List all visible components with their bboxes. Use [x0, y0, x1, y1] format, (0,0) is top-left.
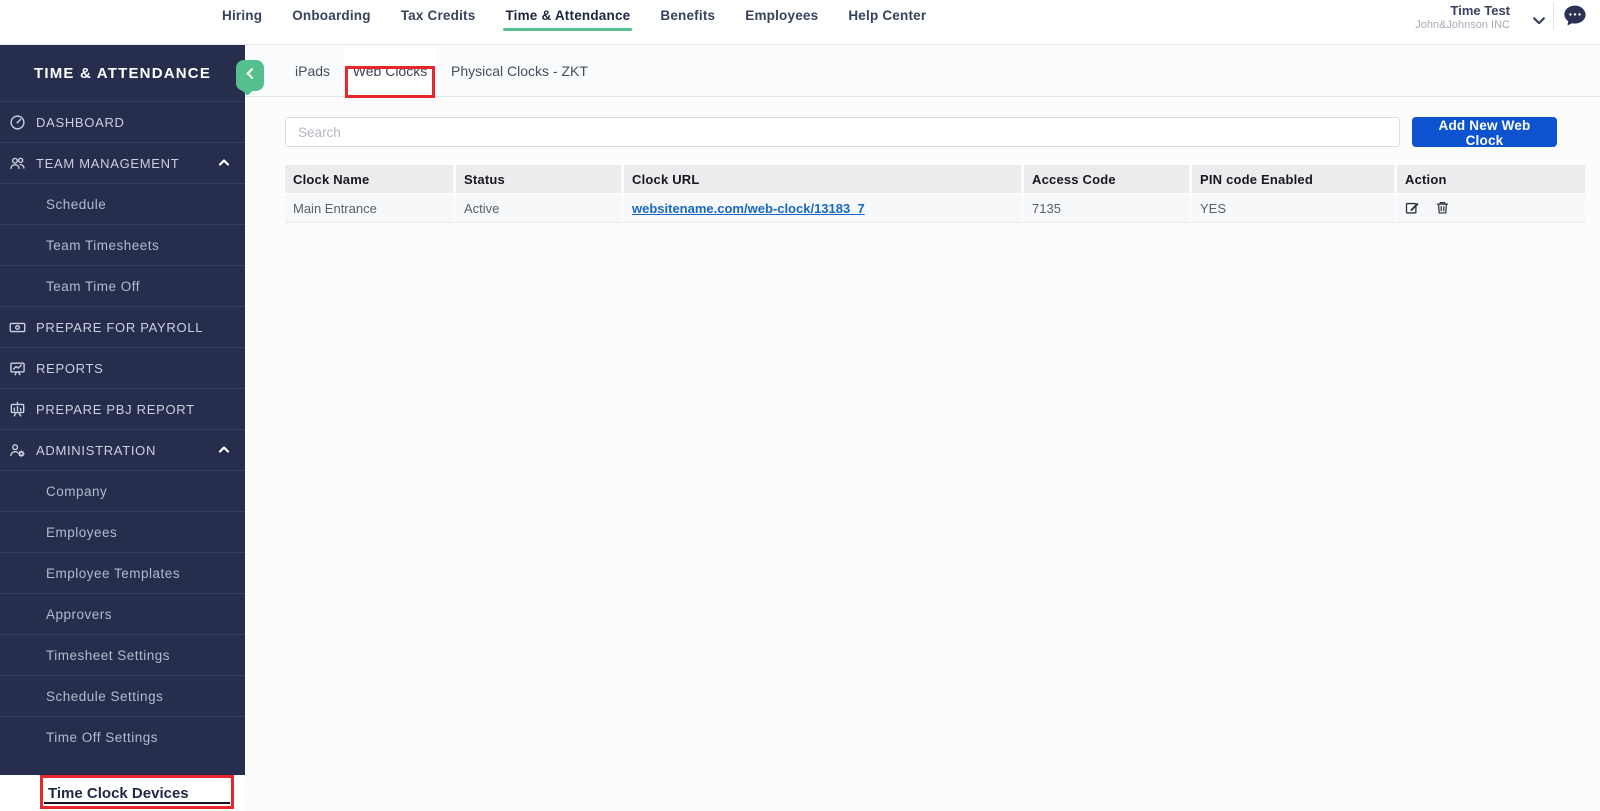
active-item-underline	[44, 802, 230, 804]
chevron-up-icon	[217, 442, 231, 459]
sidebar-item-label: Approvers	[46, 607, 112, 622]
sidebar-item-administration[interactable]: ADMINISTRATION	[0, 429, 245, 470]
sidebar-item-timesheet-settings[interactable]: Timesheet Settings	[0, 634, 245, 675]
user-name: Time Test	[1415, 4, 1510, 19]
sidebar-item-label: Employees	[46, 525, 117, 540]
sidebar-item-prepare-pbj-report[interactable]: PREPARE PBJ REPORT	[0, 388, 245, 429]
sidebar-item-label: Employee Templates	[46, 566, 180, 581]
table-header-row: Clock Name Status Clock URL Access Code …	[285, 165, 1585, 193]
nav-item-time-attendance[interactable]: Time & Attendance	[505, 8, 630, 23]
sidebar-item-label: Timesheet Settings	[46, 648, 170, 663]
sidebar-item-label: TEAM MANAGEMENT	[36, 156, 179, 171]
main-content: iPads Web Clocks Physical Clocks - ZKT A…	[245, 45, 1600, 811]
sidebar-item-label: PREPARE FOR PAYROLL	[36, 320, 203, 335]
nav-item-benefits[interactable]: Benefits	[660, 8, 715, 23]
tab-physical-clocks-zkt[interactable]: Physical Clocks - ZKT	[451, 45, 588, 97]
sidebar-item-team-management[interactable]: TEAM MANAGEMENT	[0, 142, 245, 183]
tab-web-clocks[interactable]: Web Clocks	[345, 45, 435, 97]
column-header-access-code: Access Code	[1021, 165, 1189, 193]
sidebar-item-employee-templates[interactable]: Employee Templates	[0, 552, 245, 593]
nav-item-tax-credits[interactable]: Tax Credits	[401, 8, 476, 23]
top-bar: Hiring Onboarding Tax Credits Time & Att…	[0, 0, 1600, 45]
sidebar-item-label: Team Time Off	[46, 279, 140, 294]
table-row: Main Entrance Active websitename.com/web…	[285, 193, 1585, 223]
cell-access-code: 7135	[1021, 193, 1189, 223]
column-header-clock-url: Clock URL	[621, 165, 1021, 193]
nav-item-help-center[interactable]: Help Center	[848, 8, 926, 23]
sidebar-item-label: Time Off Settings	[46, 730, 158, 745]
nav-item-onboarding[interactable]: Onboarding	[292, 8, 371, 23]
sidebar-item-label: REPORTS	[36, 361, 104, 376]
user-company: John&Johnson INC	[1415, 19, 1510, 32]
sidebar-item-approvers[interactable]: Approvers	[0, 593, 245, 634]
search-input[interactable]	[285, 117, 1400, 147]
nav-item-hiring[interactable]: Hiring	[222, 8, 262, 23]
sidebar-item-employees[interactable]: Employees	[0, 511, 245, 552]
tab-bar: iPads Web Clocks Physical Clocks - ZKT	[245, 45, 1600, 97]
cell-pin-code-enabled: YES	[1189, 193, 1394, 223]
chat-bubble-icon[interactable]	[1562, 3, 1588, 29]
sidebar-item-label: Time Clock Devices	[48, 785, 189, 802]
sidebar-item-label: DASHBOARD	[36, 115, 125, 130]
pbj-report-icon	[9, 401, 26, 418]
gauge-icon	[9, 114, 26, 131]
team-icon	[9, 155, 26, 172]
chevron-left-icon	[243, 66, 258, 86]
trash-icon[interactable]	[1435, 200, 1450, 218]
sidebar-title: TIME & ATTENDANCE	[0, 45, 245, 101]
topbar-divider	[1553, 2, 1554, 30]
sidebar-item-label: Schedule	[46, 197, 106, 212]
sidebar-item-schedule[interactable]: Schedule	[0, 183, 245, 224]
cell-clock-name: Main Entrance	[285, 193, 453, 223]
web-clocks-table: Clock Name Status Clock URL Access Code …	[285, 165, 1585, 223]
sidebar-item-team-time-off[interactable]: Team Time Off	[0, 265, 245, 306]
chevron-down-icon[interactable]	[1532, 13, 1546, 31]
sidebar-item-label: Company	[46, 484, 107, 499]
sidebar-item-dashboard[interactable]: DASHBOARD	[0, 101, 245, 142]
column-header-status: Status	[453, 165, 621, 193]
sidebar-item-label: ADMINISTRATION	[36, 443, 156, 458]
sidebar-item-team-timesheets[interactable]: Team Timesheets	[0, 224, 245, 265]
payroll-icon	[9, 319, 26, 336]
nav-item-employees[interactable]: Employees	[745, 8, 818, 23]
chevron-up-icon	[217, 155, 231, 172]
reports-icon	[9, 360, 26, 377]
cell-action	[1394, 193, 1585, 223]
sidebar-item-label: PREPARE PBJ REPORT	[36, 402, 195, 417]
sidebar-item-prepare-for-payroll[interactable]: PREPARE FOR PAYROLL	[0, 306, 245, 347]
sidebar-item-time-off-settings[interactable]: Time Off Settings	[0, 716, 245, 757]
cell-status: Active	[453, 193, 621, 223]
sidebar-item-label: Team Timesheets	[46, 238, 159, 253]
sidebar: TIME & ATTENDANCE DASHBOARD TEAM MANAGEM…	[0, 45, 245, 775]
column-header-clock-name: Clock Name	[285, 165, 453, 193]
add-new-web-clock-button[interactable]: Add New Web Clock	[1412, 117, 1557, 147]
sidebar-collapse-button[interactable]	[236, 60, 264, 91]
user-menu[interactable]: Time Test John&Johnson INC	[1415, 4, 1510, 32]
sidebar-item-company[interactable]: Company	[0, 470, 245, 511]
sidebar-item-label: Schedule Settings	[46, 689, 163, 704]
edit-icon[interactable]	[1405, 200, 1420, 218]
clock-url-link[interactable]: websitename.com/web-clock/13183_7	[632, 201, 865, 216]
sidebar-item-schedule-settings[interactable]: Schedule Settings	[0, 675, 245, 716]
tab-ipads[interactable]: iPads	[295, 45, 330, 97]
administration-icon	[9, 442, 26, 459]
sidebar-item-time-clock-devices[interactable]: Time Clock Devices	[0, 775, 245, 811]
cell-clock-url: websitename.com/web-clock/13183_7	[621, 193, 1021, 223]
sidebar-item-reports[interactable]: REPORTS	[0, 347, 245, 388]
column-header-action: Action	[1394, 165, 1585, 193]
top-nav: Hiring Onboarding Tax Credits Time & Att…	[222, 0, 926, 30]
column-header-pin-code-enabled: PIN code Enabled	[1189, 165, 1394, 193]
